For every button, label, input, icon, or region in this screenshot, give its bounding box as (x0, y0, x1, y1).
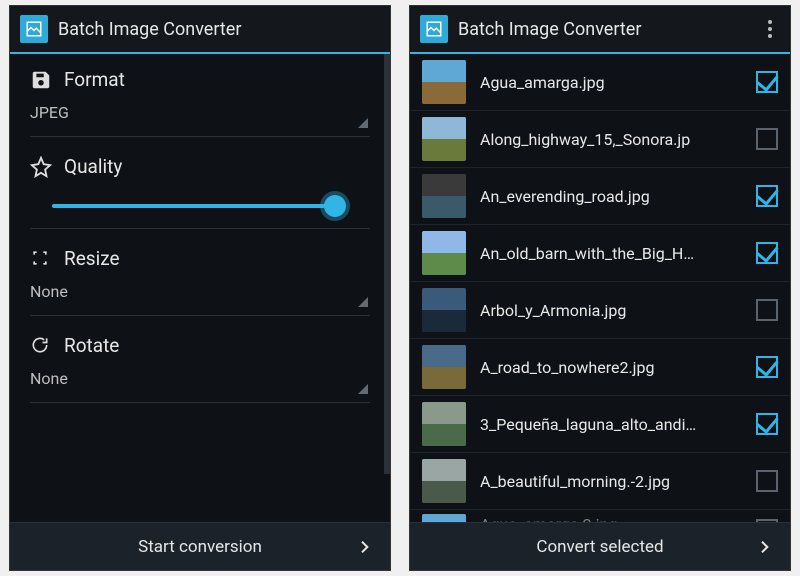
file-row[interactable]: An_everending_road.jpg (410, 168, 790, 225)
action-bar: Batch Image Converter (410, 6, 790, 54)
file-row[interactable]: An_old_barn_with_the_Big_H… (410, 225, 790, 282)
file-thumbnail (422, 402, 466, 446)
file-thumbnail (422, 288, 466, 332)
quality-slider[interactable] (30, 184, 370, 222)
rotate-spinner[interactable]: None (30, 363, 370, 396)
settings-screen: Batch Image Converter Format JPEG Qualit… (10, 6, 390, 570)
rotate-label: Rotate (64, 334, 119, 357)
file-name: Along_highway_15,_Sonora.jp (480, 130, 742, 149)
start-conversion-button[interactable]: Start conversion (10, 522, 390, 570)
rotate-icon (30, 335, 52, 357)
file-checkbox[interactable] (756, 299, 778, 321)
file-checkbox[interactable] (756, 71, 778, 93)
overflow-menu-icon[interactable] (760, 15, 780, 43)
file-checkbox[interactable] (756, 470, 778, 492)
file-name: 3_Pequeña_laguna_alto_andi… (480, 415, 742, 434)
file-name: Agua_amarga 2.jpg (480, 515, 742, 523)
file-checkbox[interactable] (756, 128, 778, 150)
file-thumbnail (422, 174, 466, 218)
resize-spinner[interactable]: None (30, 276, 370, 309)
app-title: Batch Image Converter (58, 19, 380, 40)
quality-label: Quality (64, 155, 122, 178)
file-checkbox[interactable] (756, 242, 778, 264)
file-thumbnail (422, 459, 466, 503)
format-label: Format (64, 68, 125, 91)
file-checkbox[interactable] (756, 413, 778, 435)
rotate-section: Rotate None (10, 320, 390, 407)
resize-icon (30, 248, 52, 270)
file-thumbnail (422, 345, 466, 389)
file-thumbnail (422, 117, 466, 161)
file-list-content: Agua_amarga.jpg Along_highway_15,_Sonora… (410, 54, 790, 522)
app-icon (420, 15, 448, 43)
settings-content: Format JPEG Quality (10, 54, 390, 522)
quality-section: Quality (10, 141, 390, 233)
app-title: Batch Image Converter (458, 19, 750, 40)
convert-selected-button[interactable]: Convert selected (410, 522, 790, 570)
file-thumbnail (422, 60, 466, 104)
save-icon (30, 69, 52, 91)
action-bar: Batch Image Converter (10, 6, 390, 54)
star-icon (30, 156, 52, 178)
chevron-right-icon (756, 537, 772, 562)
file-thumbnail (422, 514, 466, 522)
file-row[interactable]: Agua_amarga 2.jpg (410, 510, 790, 522)
format-section: Format JPEG (10, 54, 390, 141)
slider-thumb[interactable] (324, 195, 346, 217)
chevron-right-icon (356, 537, 372, 562)
file-row[interactable]: A_beautiful_morning.-2.jpg (410, 453, 790, 510)
file-checkbox[interactable] (756, 356, 778, 378)
file-name: Agua_amarga.jpg (480, 73, 742, 92)
file-row[interactable]: Agua_amarga.jpg (410, 54, 790, 111)
file-list-screen: Batch Image Converter Agua_amarga.jpg Al… (410, 6, 790, 570)
file-name: A_beautiful_morning.-2.jpg (480, 472, 742, 491)
file-row[interactable]: Arbol_y_Armonia.jpg (410, 282, 790, 339)
resize-section: Resize None (10, 233, 390, 320)
resize-label: Resize (64, 247, 120, 270)
file-row[interactable]: 3_Pequeña_laguna_alto_andi… (410, 396, 790, 453)
file-thumbnail (422, 231, 466, 275)
file-row[interactable]: A_road_to_nowhere2.jpg (410, 339, 790, 396)
file-name: A_road_to_nowhere2.jpg (480, 358, 742, 377)
file-name: Arbol_y_Armonia.jpg (480, 301, 742, 320)
file-row[interactable]: Along_highway_15,_Sonora.jp (410, 111, 790, 168)
file-name: An_old_barn_with_the_Big_H… (480, 244, 742, 263)
file-name: An_everending_road.jpg (480, 187, 742, 206)
app-icon (20, 15, 48, 43)
file-checkbox[interactable] (756, 185, 778, 207)
format-spinner[interactable]: JPEG (30, 97, 370, 130)
